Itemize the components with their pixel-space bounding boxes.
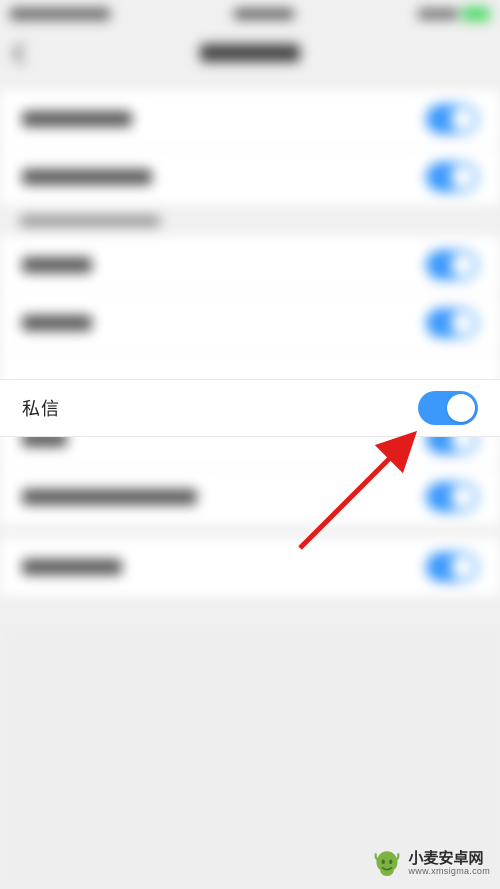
setting-label: 私信	[22, 395, 60, 421]
toggle-blurred	[426, 250, 478, 280]
toggle-blurred	[426, 308, 478, 338]
nav-bar	[0, 28, 500, 78]
back-icon	[12, 42, 33, 63]
watermark-brand: 小麦安卓网	[408, 851, 490, 868]
setting-row-blurred	[0, 468, 500, 526]
setting-row-blurred	[0, 236, 500, 294]
toggle-blurred	[426, 162, 478, 192]
toggle-blurred	[426, 104, 478, 134]
setting-row-blurred	[0, 90, 500, 148]
blurred-background	[0, 0, 500, 889]
watermark-logo-icon	[372, 849, 402, 879]
watermark: 小麦安卓网 www.xmsigma.com	[372, 849, 490, 879]
setting-row-blurred	[0, 294, 500, 352]
setting-row-blurred	[0, 538, 500, 596]
status-bar	[0, 0, 500, 28]
setting-row-blurred	[0, 148, 500, 206]
toggle-blurred	[426, 552, 478, 582]
annotation-arrow-icon	[290, 420, 430, 560]
watermark-url: www.xmsigma.com	[408, 867, 490, 877]
toggle-blurred	[426, 482, 478, 512]
setting-row-private-message[interactable]: 私信	[0, 379, 500, 437]
page-title	[200, 44, 300, 62]
private-message-toggle[interactable]	[418, 391, 478, 425]
